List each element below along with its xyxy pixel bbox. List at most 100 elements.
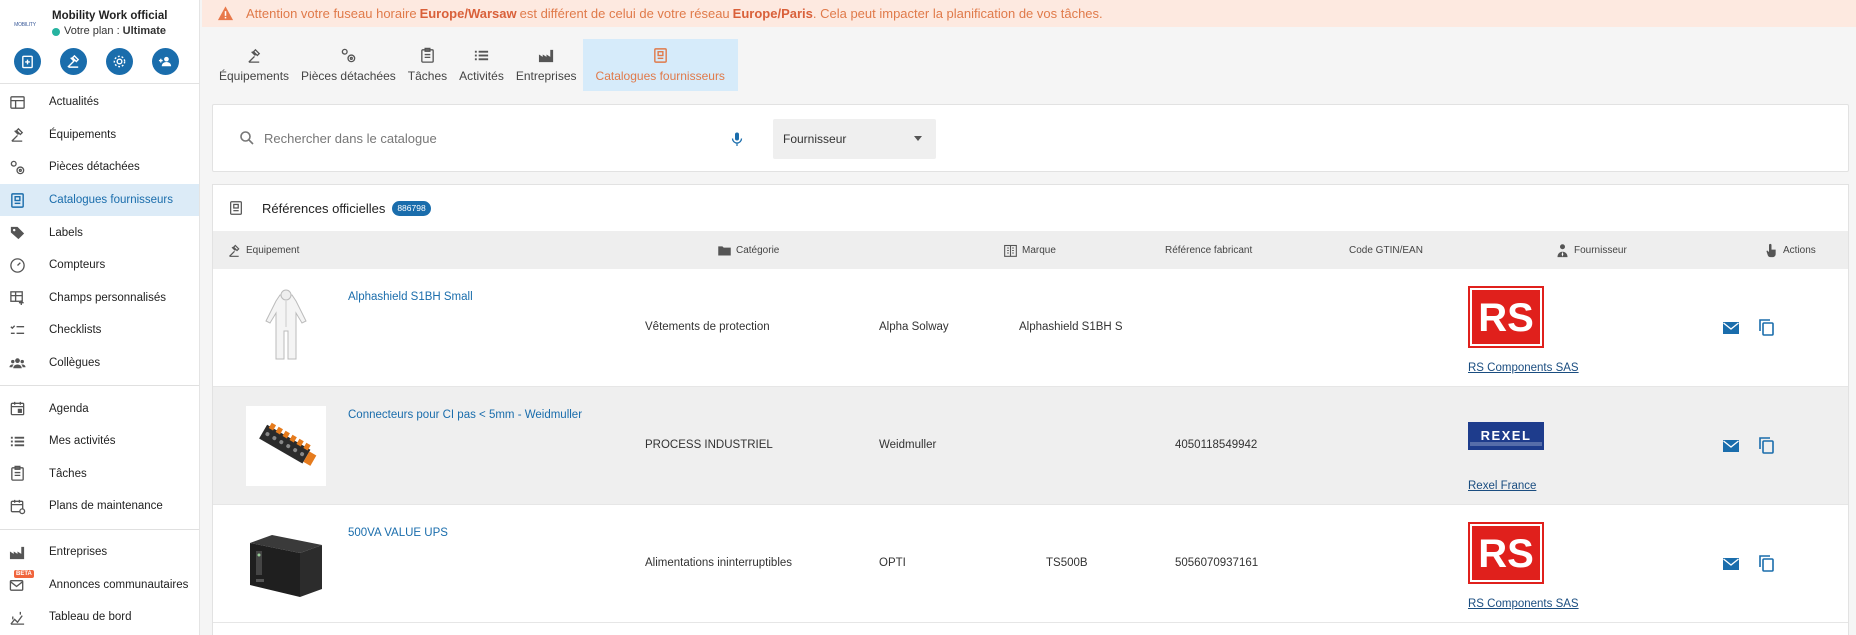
plan-value: Ultimate: [122, 25, 167, 37]
sidebar-item-label: Équipements: [49, 128, 117, 141]
sidebar-item-label: Agenda: [49, 402, 89, 415]
sidebar-item-pieces[interactable]: Pièces détachées: [0, 151, 199, 184]
counter-icon: [9, 257, 25, 273]
tab-entreprises[interactable]: Entreprises: [510, 39, 583, 91]
chevron-down-icon: [914, 136, 922, 141]
hand-pointer-icon: [1766, 243, 1776, 257]
sidebar-item-annonces[interactable]: BETA Annonces communautaires: [0, 568, 199, 601]
building-icon: [1004, 244, 1017, 257]
company-logo-text: MOBILITY: [14, 22, 36, 28]
banner-text-middle: est différent de celui de votre réseau: [519, 6, 730, 21]
column-brand[interactable]: Marque: [1003, 231, 1056, 269]
add-user-quick-button[interactable]: [152, 48, 180, 75]
copy-icon[interactable]: [1756, 317, 1776, 337]
supplier-link[interactable]: RS Components SAS: [1468, 362, 1579, 374]
sidebar-item-tableau-de-bord[interactable]: Tableau de bord: [0, 601, 199, 634]
sidebar-item-champs[interactable]: Champs personnalisés: [0, 282, 199, 315]
sidebar-item-checklists[interactable]: Checklists: [0, 314, 199, 347]
mail-icon[interactable]: [1722, 555, 1740, 573]
table-row[interactable]: 500VA VALUE UPS Alimentations ininterrup…: [213, 505, 1848, 623]
label-icon: [10, 227, 24, 240]
tab-activites[interactable]: Activités: [453, 39, 510, 91]
column-category[interactable]: Catégorie: [717, 231, 779, 269]
add-user-quick-icon: [159, 56, 172, 67]
tab-pieces[interactable]: Pièces détachées: [295, 39, 402, 91]
copy-icon[interactable]: [1756, 553, 1776, 573]
rs-logo-text: RS: [1478, 296, 1534, 340]
column-supplier[interactable]: Fournisseur: [1555, 231, 1627, 269]
product-name-link[interactable]: Alphashield S1BH Small: [348, 291, 473, 303]
timezone-warning-banner: Attention votre fuseau horaire Europe/Wa…: [202, 0, 1856, 27]
column-equipment[interactable]: Equipement: [227, 231, 299, 269]
tasks-icon: [421, 47, 434, 63]
factory-icon: [538, 49, 553, 63]
sidebar-item-label: Mes activités: [49, 435, 116, 448]
column-manufacturer-ref[interactable]: Référence fabricant: [1165, 231, 1252, 269]
microphone-icon[interactable]: [729, 131, 745, 147]
cell-gtin: 4050118549942: [1175, 439, 1258, 451]
add-part-quick-button[interactable]: [106, 48, 134, 75]
company-logo[interactable]: MOBILITY: [6, 11, 44, 39]
sidebar-item-collegues[interactable]: Collègues: [0, 347, 199, 380]
product-image: [246, 406, 326, 486]
add-task-quick-button[interactable]: [13, 48, 41, 75]
cell-category: PROCESS INDUSTRIEL: [645, 439, 773, 451]
add-part-quick-icon: [113, 55, 126, 68]
copy-icon[interactable]: [1756, 435, 1776, 455]
company-name[interactable]: Mobility Work official: [52, 9, 167, 24]
folder-icon: [718, 245, 731, 255]
sidebar-item-label: Compteurs: [49, 259, 106, 272]
column-label: Fournisseur: [1574, 244, 1627, 256]
supplier-filter-select[interactable]: Fournisseur: [773, 119, 936, 159]
sidebar-item-compteurs[interactable]: Compteurs: [0, 249, 199, 282]
sidebar-item-label: Pièces détachées: [49, 161, 140, 174]
cell-brand: Alpha Solway: [879, 321, 949, 333]
tab-label: Équipements: [219, 69, 290, 83]
mail-icon[interactable]: [1722, 319, 1740, 337]
main-content: Attention votre fuseau horaire Europe/Wa…: [202, 0, 1856, 635]
warning-icon: [217, 6, 234, 21]
mail-icon[interactable]: [1722, 437, 1740, 455]
sidebar-item-mes-activites[interactable]: Mes activités: [0, 425, 199, 458]
ups-image: [250, 535, 322, 597]
sidebar: MOBILITY Mobility Work official Votre pl…: [0, 0, 200, 635]
tab-label: Pièces détachées: [301, 69, 396, 83]
section-tabs: Équipements Pièces détachées Tâches Acti…: [213, 39, 1856, 94]
column-gtin[interactable]: Code GTIN/EAN: [1349, 231, 1423, 269]
tab-equipements[interactable]: Équipements: [213, 39, 295, 91]
news-icon: [9, 95, 25, 109]
sidebar-item-label: Tableau de bord: [49, 611, 132, 624]
sidebar-item-equipements[interactable]: Équipements: [0, 119, 199, 152]
search-input[interactable]: [264, 130, 724, 146]
tasks-icon: [10, 466, 24, 482]
sidebar-item-entreprises[interactable]: Entreprises: [0, 536, 199, 569]
product-name-link[interactable]: 500VA VALUE UPS: [348, 527, 448, 539]
banner-text-prefix: Attention votre fuseau horaire: [246, 6, 417, 21]
table-row[interactable]: Connecteurs pour CI pas < 5mm - Weidmull…: [213, 387, 1848, 505]
catalog-icon: [10, 192, 24, 208]
rs-components-logo: RS: [1468, 522, 1544, 584]
calendar-icon: [10, 402, 24, 416]
sidebar-item-taches[interactable]: Tâches: [0, 458, 199, 491]
sidebar-item-labels[interactable]: Labels: [0, 216, 199, 249]
sidebar-item-agenda[interactable]: Agenda: [0, 392, 199, 425]
sidebar-item-actualites[interactable]: Actualités: [0, 86, 199, 119]
sidebar-divider: [0, 528, 199, 530]
tab-taches[interactable]: Tâches: [402, 39, 453, 91]
add-equipment-quick-icon: [67, 54, 80, 68]
parts-icon: [341, 48, 356, 63]
table-header: Equipement Catégorie Marque Référence fa…: [213, 231, 1848, 269]
tab-catalogues[interactable]: Catalogues fournisseurs: [582, 39, 738, 91]
catalog-icon: [653, 48, 667, 63]
add-equipment-quick-button[interactable]: [59, 48, 87, 75]
sidebar-item-plans-maintenance[interactable]: Plans de maintenance: [0, 490, 199, 523]
table-row[interactable]: Alphashield S1BH Small Vêtements de prot…: [213, 269, 1848, 387]
product-name-link[interactable]: Connecteurs pour CI pas < 5mm - Weidmull…: [348, 409, 582, 421]
sidebar-divider: [0, 83, 200, 84]
factory-icon: [9, 546, 24, 559]
supplier-link[interactable]: Rexel France: [1468, 480, 1536, 492]
sidebar-item-catalogues[interactable]: Catalogues fournisseurs: [0, 183, 199, 217]
supplier-link[interactable]: RS Components SAS: [1468, 598, 1579, 610]
sidebar-item-label: Champs personnalisés: [49, 291, 166, 304]
column-label: Marque: [1022, 244, 1056, 256]
